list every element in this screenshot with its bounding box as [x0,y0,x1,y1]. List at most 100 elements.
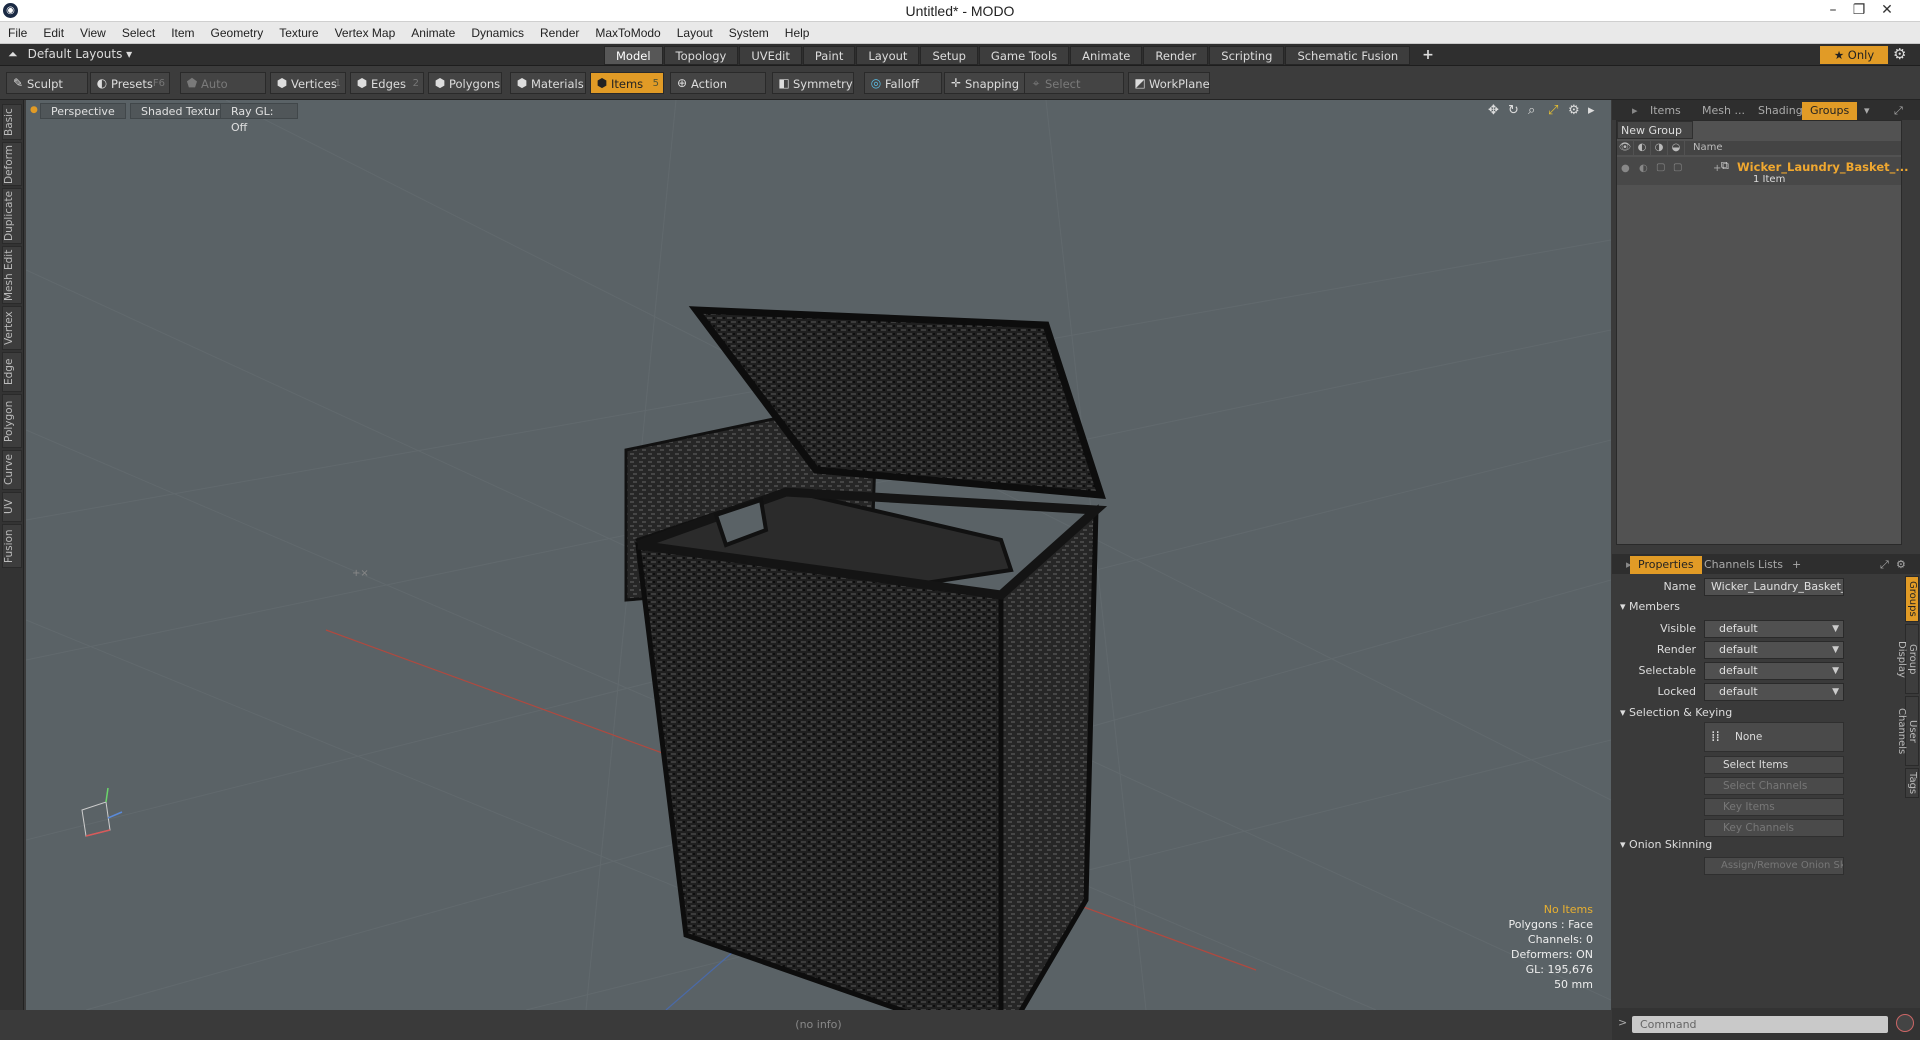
select-items-button[interactable]: Select Items [1704,756,1844,774]
name-field[interactable]: Wicker_Laundry_Basket_White (: [1704,578,1844,596]
row-visibility-icon[interactable]: ● [1621,163,1630,174]
side-tab-groups[interactable]: Groups [1905,576,1919,622]
vtab-basic[interactable]: Basic [2,104,22,140]
name-column-header[interactable]: Name [1685,141,1901,155]
menu-layout[interactable]: Layout [669,22,721,44]
members-section[interactable]: ▾ Members [1620,600,1680,613]
expand-panel-icon[interactable]: ⤢ [1886,102,1911,120]
side-tab-tags[interactable]: Tags [1905,768,1919,798]
props-gear-icon[interactable]: ⚙ [1888,556,1914,574]
menu-maxtomodo[interactable]: MaxToModo [587,22,668,44]
tab-model[interactable]: Model [604,46,663,65]
add-tab-icon[interactable]: + [1411,46,1445,65]
vtab-fusion[interactable]: Fusion [2,524,22,568]
rotate-view-icon[interactable]: ↻ [1508,103,1519,118]
perspective-button[interactable]: Perspective [40,103,126,119]
viewport-menu-icon[interactable]: ▸ [1588,103,1595,118]
onion-skin-button[interactable]: Assign/Remove Onion Skinn... [1704,857,1844,875]
row-lock-icon[interactable]: ▢ [1656,162,1665,173]
viewport-settings-icon[interactable]: ⚙ [1568,103,1580,118]
tab-items[interactable]: Items [1642,102,1689,120]
tab-groups[interactable]: Groups [1802,102,1858,120]
render-col-icon[interactable]: ◐ [1634,141,1650,155]
group-row[interactable]: ● ◐ ▢ ▢ + ⧉ Wicker_Laundry_Basket_... 1 … [1617,157,1908,185]
tab-properties[interactable]: Properties [1630,556,1702,574]
polygons-button[interactable]: ⬢ Polygons [428,72,502,94]
menu-select[interactable]: Select [114,22,163,44]
menu-system[interactable]: System [721,22,777,44]
command-input[interactable]: Command [1632,1016,1888,1033]
raygl-button[interactable]: Ray GL: Off [220,103,298,134]
viewport-scene[interactable]: +× [26,100,1611,1010]
vtab-polygon[interactable]: Polygon [2,394,22,448]
auto-select-button[interactable]: ⬟Auto Select [180,72,266,113]
row-render-icon[interactable]: ◐ [1639,163,1648,174]
none-button[interactable]: ⁞⁞ None [1704,722,1844,752]
tab-layout[interactable]: Layout [856,46,920,65]
tab-schematic-fusion[interactable]: Schematic Fusion [1285,46,1411,65]
edges-button[interactable]: ⬢ Edges 2 [350,72,424,94]
menu-help[interactable]: Help [777,22,818,44]
menu-view[interactable]: View [72,22,114,44]
render-select[interactable]: default ▼ [1704,641,1844,659]
tab-dropdown-icon[interactable]: ▾ [1856,102,1878,120]
snapping-button[interactable]: ✛ Snapping [944,72,1026,94]
items-button[interactable]: ⬢ Items 5 [590,72,664,94]
tab-topology[interactable]: Topology [663,46,739,65]
move-view-icon[interactable]: ✥ [1488,103,1499,118]
menu-geometry[interactable]: Geometry [203,22,272,44]
visible-select[interactable]: default ▼ [1704,620,1844,638]
group-name[interactable]: Wicker_Laundry_Basket_... [1737,160,1908,174]
vtab-uv[interactable]: UV [2,492,22,522]
wicker-basket-model[interactable] [624,306,1108,1010]
select-through-button[interactable]: ⌖Select Through [1024,72,1124,113]
tab-mesh[interactable]: Mesh ... [1694,102,1753,120]
locked-select[interactable]: default ▼ [1704,683,1844,701]
selectable-select[interactable]: default ▼ [1704,662,1844,680]
groups-list[interactable]: New Group 👁 ◐ ◑ ◒ Name ● ◐ ▢ ▢ + ⧉ Wicke… [1616,120,1908,545]
onion-skinning-section[interactable]: ▾ Onion Skinning [1620,838,1712,851]
vtab-mesh-edit[interactable]: Mesh Edit [2,246,22,304]
sculpt-button[interactable]: ✎ Sculpt [6,72,88,94]
vtab-curve[interactable]: Curve [2,450,22,490]
menu-texture[interactable]: Texture [271,22,326,44]
restore-icon[interactable]: ❐ [1848,2,1870,18]
select-channels-button[interactable]: Select Channels [1704,777,1844,795]
workplane-button[interactable]: ◩ WorkPlane [1128,72,1210,94]
menu-dynamics[interactable]: Dynamics [463,22,532,44]
key-items-button[interactable]: Key Items [1704,798,1844,816]
tab-setup[interactable]: Setup [920,46,978,65]
layouts-dropdown[interactable]: ⏶ Default Layouts ▾ [8,47,132,62]
symmetry-button[interactable]: ◧ Symmetry [772,72,854,94]
vtab-vertex[interactable]: Vertex [2,306,22,350]
gear-icon[interactable]: ⚙ [1893,45,1906,63]
minimize-icon[interactable]: – [1822,2,1844,18]
3d-viewport[interactable]: +× ● Perspective Shaded Texture Ray GL: … [26,100,1611,1010]
lock-col-icon[interactable]: ◑ [1651,141,1667,155]
visibility-col-icon[interactable]: 👁 [1617,141,1633,155]
maximize-view-icon[interactable]: ⤢ [1548,103,1558,118]
row-select-icon[interactable]: ▢ [1673,162,1682,173]
command-history-icon[interactable] [1896,1014,1914,1032]
selection-keying-section[interactable]: ▾ Selection & Keying [1620,706,1732,719]
tab-paint[interactable]: Paint [802,46,856,65]
menu-file[interactable]: File [0,22,35,44]
menu-edit[interactable]: Edit [35,22,72,44]
close-icon[interactable]: ✕ [1876,2,1898,18]
action-center-button[interactable]: ⊕Action Center [670,72,766,113]
menu-item[interactable]: Item [163,22,202,44]
materials-button[interactable]: ⬢ Materials [510,72,586,94]
vtab-deform[interactable]: Deform [2,142,22,186]
new-group-button[interactable]: New Group [1617,121,1693,139]
vtab-duplicate[interactable]: Duplicate [2,188,22,244]
vertices-button[interactable]: ⬢ Vertices 1 [270,72,346,94]
tab-game-tools[interactable]: Game Tools [978,46,1070,65]
menu-render[interactable]: Render [532,22,587,44]
side-tab-user-channels[interactable]: User Channels [1896,696,1919,766]
tab-render[interactable]: Render [1143,46,1209,65]
presets-button[interactable]: ◐ Presets F6 [90,72,170,94]
menu-vertex-map[interactable]: Vertex Map [327,22,404,44]
select-col-icon[interactable]: ◒ [1668,141,1684,155]
only-button[interactable]: ★ Only [1820,46,1888,64]
key-channels-button[interactable]: Key Channels [1704,819,1844,837]
